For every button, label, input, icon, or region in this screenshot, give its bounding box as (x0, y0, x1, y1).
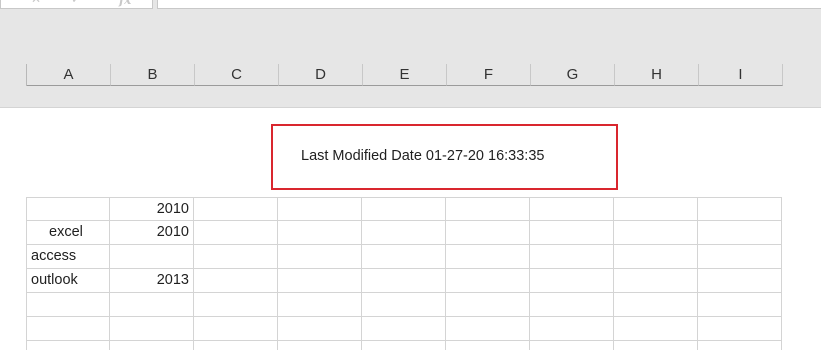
cell-i[interactable] (698, 341, 782, 350)
cell-i[interactable] (698, 197, 782, 221)
cell-d[interactable] (278, 245, 362, 269)
cell-g[interactable] (530, 221, 614, 245)
cell-g[interactable] (530, 341, 614, 350)
cell-i[interactable] (698, 269, 782, 293)
cell-f[interactable] (446, 317, 530, 341)
cell-c[interactable] (194, 221, 278, 245)
formula-controls: ✕ ✓ fx (0, 0, 153, 9)
cell-grid: 2010 excel 2010 access outlook 2013 (26, 197, 782, 350)
cell-c[interactable] (194, 245, 278, 269)
function-icon[interactable]: fx (119, 0, 131, 6)
cell-c[interactable] (194, 293, 278, 317)
column-header-h[interactable]: H (615, 64, 699, 86)
cell-h[interactable] (614, 197, 698, 221)
table-row (26, 293, 782, 317)
column-header-f[interactable]: F (447, 64, 531, 86)
cell-f[interactable] (446, 293, 530, 317)
cell-h[interactable] (614, 269, 698, 293)
cell-i[interactable] (698, 293, 782, 317)
column-header-a[interactable]: A (27, 64, 111, 86)
column-header-d[interactable]: D (279, 64, 363, 86)
cell-d[interactable] (278, 293, 362, 317)
last-modified-textbox[interactable]: Last Modified Date 01-27-20 16:33:35 (271, 124, 618, 190)
cell-b[interactable] (110, 341, 194, 350)
column-header-g[interactable]: G (531, 64, 615, 86)
cell-b[interactable]: 2013 (110, 269, 194, 293)
cell-c[interactable] (194, 317, 278, 341)
cell-a[interactable]: outlook (26, 269, 110, 293)
cell-g[interactable] (530, 197, 614, 221)
cell-e[interactable] (362, 197, 446, 221)
cell-g[interactable] (530, 245, 614, 269)
cell-d[interactable] (278, 341, 362, 350)
cell-f[interactable] (446, 221, 530, 245)
cell-b[interactable] (110, 317, 194, 341)
cell-h[interactable] (614, 293, 698, 317)
cancel-icon[interactable]: ✕ (31, 0, 41, 5)
cell-b[interactable] (110, 293, 194, 317)
cell-f[interactable] (446, 245, 530, 269)
ribbon-area: ✕ ✓ fx A B C D E F G H I (0, 0, 821, 108)
cell-g[interactable] (530, 293, 614, 317)
cell-e[interactable] (362, 317, 446, 341)
enter-icon[interactable]: ✓ (71, 0, 81, 5)
cell-a[interactable] (26, 293, 110, 317)
cell-d[interactable] (278, 197, 362, 221)
cell-b[interactable]: 2010 (110, 197, 194, 221)
cell-b[interactable] (110, 245, 194, 269)
formula-input[interactable] (157, 0, 821, 9)
cell-c[interactable] (194, 341, 278, 350)
cell-c[interactable] (194, 269, 278, 293)
cell-f[interactable] (446, 341, 530, 350)
column-header-i[interactable]: I (699, 64, 783, 86)
column-header-c[interactable]: C (195, 64, 279, 86)
cell-a[interactable]: excel (26, 221, 110, 245)
cell-d[interactable] (278, 221, 362, 245)
cell-b[interactable]: 2010 (110, 221, 194, 245)
cell-a[interactable] (26, 197, 110, 221)
table-row (26, 341, 782, 350)
table-row: excel 2010 (26, 221, 782, 245)
cell-e[interactable] (362, 293, 446, 317)
cell-a[interactable] (26, 341, 110, 350)
table-row: outlook 2013 (26, 269, 782, 293)
table-row (26, 317, 782, 341)
column-header-e[interactable]: E (363, 64, 447, 86)
table-row: 2010 (26, 197, 782, 221)
cell-h[interactable] (614, 245, 698, 269)
cell-e[interactable] (362, 269, 446, 293)
cell-i[interactable] (698, 317, 782, 341)
cell-a[interactable] (26, 317, 110, 341)
cell-h[interactable] (614, 317, 698, 341)
cell-i[interactable] (698, 245, 782, 269)
cell-h[interactable] (614, 221, 698, 245)
column-header-b[interactable]: B (111, 64, 195, 86)
cell-g[interactable] (530, 317, 614, 341)
cell-a[interactable]: access (26, 245, 110, 269)
cell-f[interactable] (446, 197, 530, 221)
cell-e[interactable] (362, 221, 446, 245)
cell-e[interactable] (362, 341, 446, 350)
cell-f[interactable] (446, 269, 530, 293)
cell-i[interactable] (698, 221, 782, 245)
last-modified-text: Last Modified Date 01-27-20 16:33:35 (301, 148, 545, 164)
column-headers: A B C D E F G H I (26, 64, 783, 86)
cell-c[interactable] (194, 197, 278, 221)
spreadsheet-window: ✕ ✓ fx A B C D E F G H I Last Modified D… (0, 0, 821, 350)
cell-d[interactable] (278, 317, 362, 341)
cell-e[interactable] (362, 245, 446, 269)
cell-g[interactable] (530, 269, 614, 293)
cell-h[interactable] (614, 341, 698, 350)
table-row: access (26, 245, 782, 269)
cell-d[interactable] (278, 269, 362, 293)
